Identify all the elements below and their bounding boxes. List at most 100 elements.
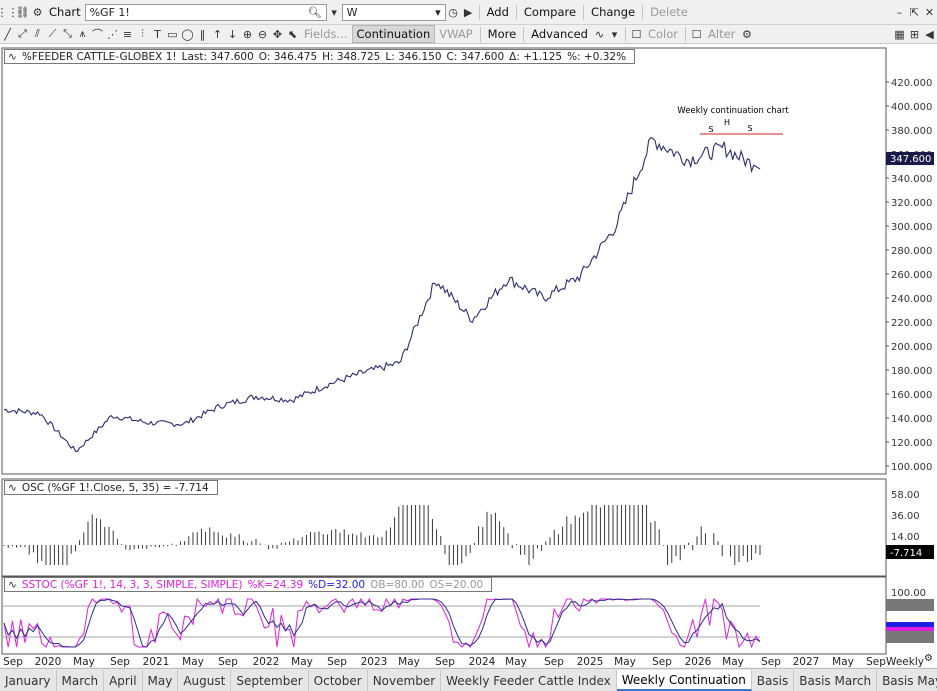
header-symbol: %FEEDER CATTLE-GLOBEX 1! [21, 50, 177, 63]
chevron-down-icon[interactable]: ▾ [607, 26, 622, 42]
header-pct: %: +0.32% [567, 50, 627, 63]
pan-icon[interactable]: ✥ [270, 26, 285, 42]
separator [523, 26, 525, 42]
wave-icon[interactable]: ∿ [592, 26, 607, 42]
sheet-tab[interactable]: Basis [752, 670, 795, 691]
text-tool-icon[interactable]: T [150, 26, 165, 42]
time-tick-label: May [722, 656, 744, 667]
annotation-title[interactable]: Weekly continuation chart [677, 106, 789, 116]
price-tick-label: 280.000 [891, 246, 932, 257]
play-icon[interactable]: ▶ [461, 4, 476, 20]
time-tick-label: Sep [761, 656, 781, 667]
continuation-button[interactable]: Continuation [351, 25, 436, 43]
symbol-input[interactable]: %GF 1! 🔍︎ [84, 3, 327, 21]
fan-icon[interactable]: ⟋ [45, 26, 60, 42]
delete-button[interactable]: Delete [646, 3, 692, 21]
sheet-tab[interactable]: Weekly Continuation [616, 670, 752, 691]
sheet-tab[interactable]: November [368, 670, 442, 691]
chevron-down-icon[interactable]: ▾ [435, 6, 441, 19]
vwap-button[interactable]: VWAP [435, 25, 476, 43]
pitchfork-icon[interactable]: ⩚ [75, 26, 90, 42]
layout-icon[interactable]: ⊞ [907, 26, 922, 42]
time-tick-label: 2024 [469, 656, 496, 667]
dropdown-icon[interactable]: ▾ [327, 4, 342, 20]
line-tool-icon[interactable]: ╱ [0, 26, 15, 42]
trend-icon[interactable]: ⤢ [15, 26, 30, 42]
header-open: O: 346.475 [258, 50, 318, 63]
sheet-tab[interactable]: Weekly Feeder Cattle Index [441, 670, 617, 691]
link-icon[interactable]: ⛓ [15, 4, 30, 20]
price-tick-label: 300.000 [891, 222, 932, 233]
time-tick-label: Sep [110, 656, 130, 667]
minimize-icon[interactable]: – [892, 4, 907, 20]
rectangle-tool-icon[interactable]: ▭ [165, 26, 180, 42]
more-button[interactable]: More [484, 25, 521, 43]
ray-icon[interactable]: ⤡ [60, 26, 75, 42]
fields-button[interactable]: Fields... [300, 25, 352, 43]
color-checkbox[interactable]: ☐ [629, 26, 644, 42]
sstoc-d: %D=32.00 [308, 578, 366, 591]
add-button[interactable]: Add [483, 3, 513, 21]
period-input[interactable]: W ▾ [341, 3, 446, 21]
settings-icon[interactable]: ⚙ [30, 4, 45, 20]
sheet-tabs: January March April May August September Octob… [0, 668, 937, 691]
time-tick-label: Sep [218, 656, 238, 667]
sheet-tab[interactable]: October [309, 670, 368, 691]
separator [685, 26, 687, 42]
close-icon[interactable]: ✕ [922, 4, 937, 20]
sstoc-header[interactable]: ∿ SSTOC (%GF 1!, 14, 3, 3, SIMPLE, SIMPL… [4, 577, 493, 592]
zoom-out-icon[interactable]: ⊖ [255, 26, 270, 42]
sheet-tab[interactable]: August [178, 670, 232, 691]
sheet-tab[interactable]: September [231, 670, 309, 691]
annotation-h[interactable]: H [724, 118, 730, 127]
sheet-tab[interactable]: Basis May [877, 670, 937, 691]
price-tick-label: 160.000 [891, 390, 932, 401]
search-icon[interactable]: 🔍︎ [308, 6, 322, 19]
time-tick-label: 2020 [35, 656, 62, 667]
chart-svg[interactable]: 420.000400.000380.000360.000340.000320.0… [0, 44, 937, 668]
wave-icon: ∿ [8, 578, 17, 591]
sstoc-os-marker [886, 631, 934, 643]
scroll-left-icon[interactable]: ◀ [922, 26, 937, 42]
separator [642, 4, 644, 20]
settings-icon[interactable]: ⚙ [739, 26, 754, 42]
settings-small-icon[interactable]: ⚙ [924, 653, 933, 664]
restore-icon[interactable]: ⇱ [907, 4, 922, 20]
sheet-tab[interactable]: Basis March [794, 670, 878, 691]
grid-icon[interactable]: ▦ [892, 26, 907, 42]
annotation-s2[interactable]: S [747, 124, 752, 133]
time-tick-label: Sep [327, 656, 347, 667]
time-tick-label: Weekly [886, 656, 924, 667]
advanced-button[interactable]: Advanced [527, 25, 592, 43]
time-tick-label: May [505, 656, 527, 667]
price-header[interactable]: ∿ %FEEDER CATTLE-GLOBEX 1! Last: 347.600… [4, 49, 636, 64]
cursor-icon[interactable]: ⬉ [285, 26, 300, 42]
separator [478, 4, 480, 20]
app-window: ⋮⋮ ⛓ ⚙ Chart %GF 1! 🔍︎ ▾ W ▾ ◷ ▶ Add Com… [0, 0, 937, 691]
zoom-in-icon[interactable]: ⊕ [240, 26, 255, 42]
sheet-tab[interactable]: January [0, 670, 57, 691]
time-axis: Sep 2020 May Sep 2021 May Sep 2022 May Sep 2023 May… [3, 656, 924, 668]
change-button[interactable]: Change [587, 3, 639, 21]
sheet-tab[interactable]: April [104, 670, 143, 691]
channel-icon[interactable]: ⫽ [30, 26, 45, 42]
ellipse-tool-icon[interactable]: ◯ [180, 26, 195, 42]
clock-icon[interactable]: ◷ [446, 4, 461, 20]
grip-icon[interactable]: ⋮⋮ [0, 4, 19, 20]
price-tick-label: 180.000 [891, 366, 932, 377]
gann-icon[interactable]: ⋰ [105, 26, 120, 42]
compare-button[interactable]: Compare [520, 3, 580, 21]
up-arrow-icon[interactable]: ↑ [210, 26, 225, 42]
alter-checkbox[interactable]: ☐ [689, 26, 704, 42]
chart-area[interactable]: 420.000400.000380.000360.000340.000320.0… [0, 44, 937, 668]
annotation-s1[interactable]: S [708, 125, 713, 134]
fib-icon[interactable]: ≡ [120, 26, 135, 42]
osc-header[interactable]: ∿ OSC (%GF 1!.Close, 5, 35) = -7.714 [4, 480, 218, 495]
sheet-tab[interactable]: March [57, 670, 105, 691]
time-tick-label: 2027 [793, 656, 820, 667]
bars-icon[interactable]: ‖ [195, 26, 210, 42]
speed-icon[interactable]: ⫶ [135, 26, 150, 42]
down-arrow-icon[interactable]: ↓ [225, 26, 240, 42]
sheet-tab[interactable]: May [143, 670, 179, 691]
arc-icon[interactable]: ⌒ [90, 26, 105, 42]
